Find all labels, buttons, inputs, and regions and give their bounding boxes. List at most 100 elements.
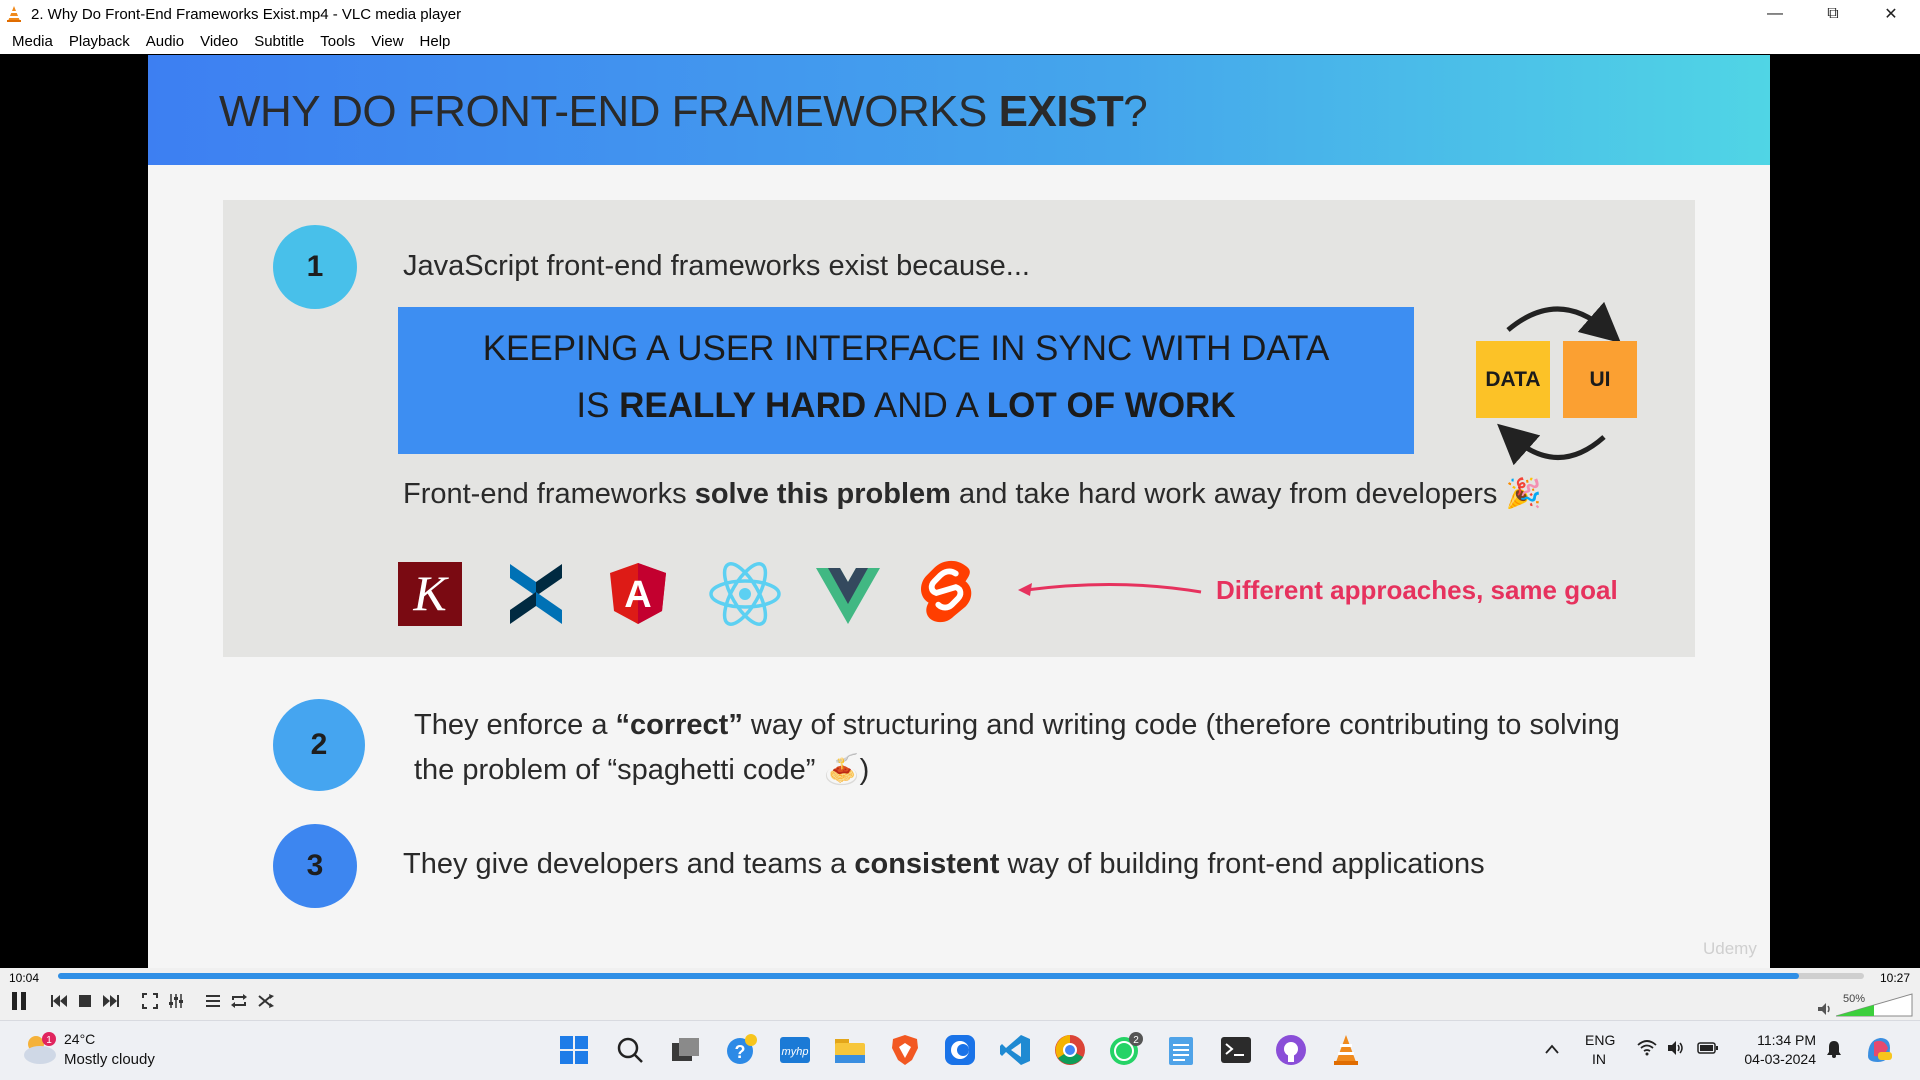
taskbar-github[interactable] <box>1273 1032 1309 1068</box>
skip-back-icon <box>51 995 67 1007</box>
point-3-text: They give developers and teams a consist… <box>403 848 1485 880</box>
task-view-button[interactable] <box>668 1032 704 1068</box>
search-icon <box>617 1037 643 1063</box>
fullscreen-icon <box>142 993 158 1009</box>
minimize-button[interactable]: — <box>1746 0 1804 28</box>
playlist-button[interactable] <box>202 990 224 1012</box>
menu-media[interactable]: Media <box>4 33 61 50</box>
stop-button[interactable] <box>74 990 96 1012</box>
github-icon <box>1276 1035 1306 1065</box>
left-arrow-icon <box>1018 582 1202 596</box>
taskbar-vscode[interactable] <box>997 1032 1033 1068</box>
speaker-icon[interactable] <box>1818 1003 1832 1015</box>
restore-button[interactable]: ⧉ <box>1804 0 1862 28</box>
vscode-icon <box>1000 1035 1030 1065</box>
time-total[interactable]: 10:27 <box>1880 971 1910 985</box>
pause-button[interactable] <box>8 990 30 1012</box>
stop-icon <box>79 995 91 1007</box>
data-box: DATA <box>1476 341 1550 418</box>
vue-logo-icon <box>816 568 880 624</box>
key-message-line-2: IS REALLY HARD AND A LOT OF WORK <box>576 386 1236 425</box>
menu-playback[interactable]: Playback <box>61 33 138 50</box>
clock-date[interactable]: 04-03-2024 <box>1738 1051 1816 1067</box>
menu-video[interactable]: Video <box>192 33 246 50</box>
battery-icon[interactable] <box>1697 1041 1719 1055</box>
angular-logo-icon: A <box>610 563 666 624</box>
terminal-icon <box>1221 1037 1251 1063</box>
playlist-icon <box>206 995 220 1007</box>
notification-bell-icon[interactable] <box>1826 1040 1842 1058</box>
taskbar-notepad[interactable] <box>1163 1032 1199 1068</box>
extended-settings-button[interactable] <box>165 990 187 1012</box>
svg-text:2: 2 <box>1133 1035 1139 1046</box>
menu-view[interactable]: View <box>363 33 411 50</box>
video-area[interactable]: WHY DO FRONT-END FRAMEWORKS EXIST? 1 Jav… <box>0 54 1920 968</box>
time-elapsed: 10:04 <box>9 971 40 985</box>
whatsapp-icon: 2 <box>1110 1032 1143 1065</box>
close-button[interactable]: ✕ <box>1862 0 1920 28</box>
svg-text:K: K <box>412 565 449 621</box>
previous-button[interactable] <box>48 990 70 1012</box>
taskbar-edge-app[interactable] <box>942 1032 978 1068</box>
shuffle-button[interactable] <box>255 990 277 1012</box>
point-2-text: They enforce a “correct” way of structur… <box>414 709 1620 786</box>
window-controls: — ⧉ ✕ <box>1746 0 1920 28</box>
language-indicator[interactable]: ENG <box>1585 1032 1615 1048</box>
wifi-icon[interactable] <box>1637 1040 1657 1056</box>
svelte-logo-icon <box>921 560 972 623</box>
menu-help[interactable]: Help <box>412 33 459 50</box>
fullscreen-button[interactable] <box>139 990 161 1012</box>
taskbar-chrome[interactable] <box>1052 1032 1088 1068</box>
party-emoji-icon: 🎉 <box>1505 478 1542 510</box>
menu-bar: Media Playback Audio Video Subtitle Tool… <box>0 28 1920 54</box>
taskbar-whatsapp[interactable]: 2 <box>1108 1032 1144 1068</box>
next-button[interactable] <box>100 990 122 1012</box>
key-message-box: KEEPING A USER INTERFACE IN SYNC WITH DA… <box>398 307 1414 454</box>
volume-icon[interactable] <box>1667 1040 1685 1056</box>
weather-description[interactable]: Mostly cloudy <box>64 1051 155 1068</box>
approaches-caption: Different approaches, same goal <box>1216 575 1618 605</box>
knockout-logo-icon: K <box>398 562 462 626</box>
clock-time[interactable]: 11:34 PM <box>1738 1032 1816 1048</box>
chrome-icon <box>1055 1035 1085 1065</box>
pause-icon <box>12 992 26 1010</box>
notepad-icon <box>1169 1037 1193 1065</box>
hp-app-icon: myhp <box>780 1037 810 1063</box>
menu-audio[interactable]: Audio <box>138 33 192 50</box>
help-app-icon: ? <box>727 1034 757 1064</box>
windows-start-icon <box>560 1036 588 1064</box>
taskbar-help-app[interactable]: ? <box>723 1032 759 1068</box>
svg-text:A: A <box>624 574 651 616</box>
svg-text:?: ? <box>735 1042 746 1062</box>
taskbar-file-explorer[interactable] <box>832 1032 868 1068</box>
point-3-number: 3 <box>273 824 357 908</box>
start-button[interactable] <box>556 1032 592 1068</box>
menu-tools[interactable]: Tools <box>312 33 363 50</box>
edge-app-icon <box>945 1035 975 1065</box>
vlc-cone-icon <box>7 6 21 22</box>
taskbar-vlc[interactable] <box>1328 1032 1364 1068</box>
weather-temperature[interactable]: 24°C <box>64 1031 95 1047</box>
taskbar-terminal[interactable] <box>1218 1032 1254 1068</box>
seek-bar-progress[interactable] <box>58 973 1799 979</box>
region-indicator[interactable]: IN <box>1592 1051 1606 1067</box>
point-2-number: 2 <box>273 699 365 791</box>
brave-browser-icon <box>892 1035 918 1065</box>
volume-percent: 50% <box>1843 993 1866 1005</box>
taskbar-app-hp[interactable]: myhp <box>777 1032 813 1068</box>
menu-subtitle[interactable]: Subtitle <box>246 33 312 50</box>
weather-cloud-icon[interactable]: 1 <box>20 1030 58 1066</box>
window-titlebar: 2. Why Do Front-End Frameworks Exist.mp4… <box>0 0 1920 28</box>
slide-header: WHY DO FRONT-END FRAMEWORKS EXIST? <box>148 55 1770 165</box>
spaghetti-emoji-icon: 🍝 <box>823 754 860 786</box>
copilot-icon[interactable] <box>1864 1034 1894 1064</box>
chevron-up-icon[interactable] <box>1544 1043 1560 1055</box>
taskbar-brave[interactable] <box>887 1032 923 1068</box>
task-view-icon <box>672 1038 699 1061</box>
search-button[interactable] <box>612 1032 648 1068</box>
point-1-text: JavaScript front-end frameworks exist be… <box>403 250 1030 282</box>
loop-button[interactable] <box>228 990 250 1012</box>
loop-icon <box>231 994 247 1008</box>
slide: WHY DO FRONT-END FRAMEWORKS EXIST? 1 Jav… <box>148 55 1770 968</box>
backbone-logo-icon <box>510 564 562 624</box>
